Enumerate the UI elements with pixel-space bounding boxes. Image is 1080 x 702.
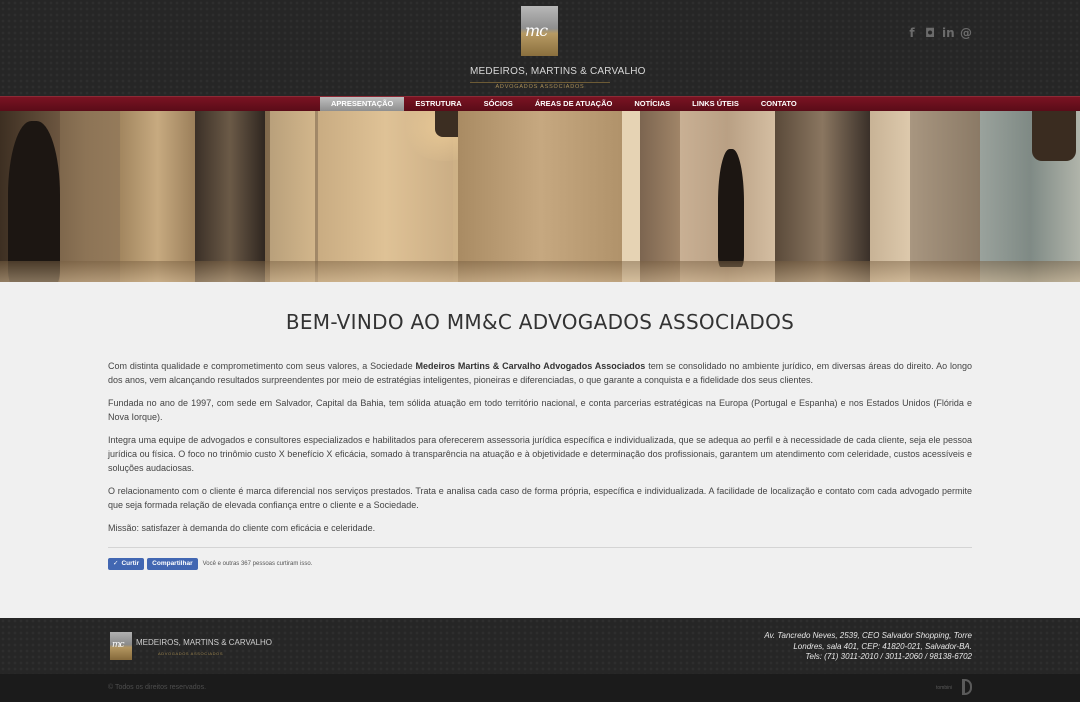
credit-text: tombini [936, 685, 953, 691]
site-header: mc MEDEIROS, MARTINS & CARVALHO ADVOGADO… [0, 0, 1080, 96]
nav-item-noticias[interactable]: NOTÍCIAS [623, 97, 681, 111]
hero-elevator [195, 111, 265, 282]
logo-name: MEDEIROS, MARTINS & CARVALHO [470, 66, 646, 77]
article-body: Com distinta qualidade e comprometimento… [108, 359, 972, 544]
footer-logo-mark: mc [110, 632, 132, 660]
hero-pillar [622, 111, 640, 282]
email-icon[interactable]: @ [960, 26, 972, 40]
logo-mark: mc [521, 6, 558, 56]
paragraph: Missão: satisfazer à demanda do cliente … [108, 523, 376, 533]
footer-logo-subtitle: ADVOGADOS ASSOCIADOS [158, 651, 224, 656]
logo-subtitle: ADVOGADOS ASSOCIADOS [470, 82, 610, 90]
hero-vase [718, 149, 744, 267]
social-links: f ◘ in @ [906, 26, 972, 40]
hero-floor [0, 261, 1080, 282]
nav-item-socios[interactable]: SÓCIOS [473, 97, 524, 111]
paragraph: Com distinta qualidade e comprometimento… [108, 359, 972, 387]
paragraph: Fundada no ano de 1997, com sede em Salv… [108, 398, 972, 422]
site-footer: mc MEDEIROS, MARTINS & CARVALHO ADVOGADO… [0, 618, 1080, 674]
hero-lamp [1032, 111, 1076, 161]
nav-item-apresentacao[interactable]: APRESENTAÇÃO [320, 97, 405, 111]
main-nav: APRESENTAÇÃO ESTRUTURA SÓCIOS ÁREAS DE A… [0, 96, 1080, 111]
hero-pillar [120, 111, 195, 282]
footer-logo[interactable]: mc MEDEIROS, MARTINS & CARVALHO ADVOGADO… [108, 630, 272, 662]
paragraph: Integra uma equipe de advogados e consul… [108, 435, 972, 473]
footer-logo-name: MEDEIROS, MARTINS & CARVALHO [136, 638, 273, 647]
main-content: BEM-VINDO AO MM&C ADVOGADOS ASSOCIADOS C… [0, 282, 1080, 618]
hero-vase [8, 121, 60, 282]
developer-credit[interactable]: tombini [936, 679, 972, 697]
site-logo[interactable]: mc MEDEIROS, MARTINS & CARVALHO ADVOGADO… [470, 6, 646, 92]
paragraph: O relacionamento com o cliente é marca d… [108, 486, 972, 510]
hero-pillar [270, 111, 315, 282]
nav-item-contato[interactable]: CONTATO [750, 97, 808, 111]
linkedin-icon[interactable]: in [942, 26, 955, 40]
credit-logo-icon [962, 679, 972, 695]
thumbs-up-icon: ✓ [113, 560, 119, 567]
like-button[interactable]: ✓ Curtir [108, 558, 145, 570]
address-line: Av. Tancredo Neves, 2539, CEO Salvador S… [764, 631, 972, 640]
like-label: Curtir [121, 560, 140, 567]
hero-image [0, 111, 1080, 282]
like-count-text: Você e outras 367 pessoas curtiram isso. [202, 561, 313, 567]
facebook-like-widget: ✓ Curtir Compartilhar Você e outras 367 … [108, 558, 312, 570]
firm-name: Medeiros Martins & Carvalho Advogados As… [415, 361, 646, 371]
footer-logo-initials: mc [112, 640, 125, 650]
logo-initials: mc [525, 21, 548, 40]
copyright-text: © Todos os direitos reservados. [108, 684, 207, 691]
paragraph-text: Com distinta qualidade e comprometimento… [108, 361, 416, 371]
hero-doorway [775, 111, 870, 282]
hero-pillar [910, 111, 980, 282]
footer-address: Av. Tancredo Neves, 2539, CEO Salvador S… [764, 631, 972, 663]
address-line: Londres, sala 401, CEP: 41820-021, Salva… [793, 641, 972, 651]
nav-item-links-uteis[interactable]: LINKS ÚTEIS [681, 97, 750, 111]
phone-line: Tels: (71) 3011-2010 / 3011-2060 / 98138… [805, 652, 972, 661]
hero-wall [458, 111, 623, 282]
facebook-icon[interactable]: f [906, 26, 918, 40]
bottom-bar: © Todos os direitos reservados. tombini [0, 674, 1080, 702]
nav-item-areas-de-atuacao[interactable]: ÁREAS DE ATUAÇÃO [524, 97, 624, 111]
hero-pillar [640, 111, 680, 282]
divider [108, 547, 972, 548]
page-title: BEM-VINDO AO MM&C ADVOGADOS ASSOCIADOS [285, 310, 795, 334]
share-button[interactable]: Compartilhar [147, 558, 198, 570]
nav-item-estrutura[interactable]: ESTRUTURA [404, 97, 472, 111]
instagram-icon[interactable]: ◘ [924, 26, 936, 40]
hero-pillar [870, 111, 910, 282]
